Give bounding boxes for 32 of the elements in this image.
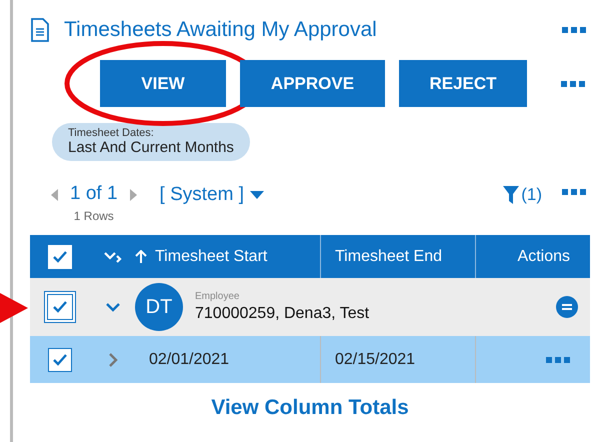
table-cell-text: 02/01/2021 [148, 350, 230, 370]
caret-icon [250, 191, 264, 199]
checkmark-icon [53, 250, 67, 262]
filter-button[interactable]: (1) [503, 183, 542, 207]
employee-caption: Employee [195, 291, 240, 302]
action-button[interactable]: VIEW [100, 60, 226, 107]
expand-all-icon[interactable] [104, 250, 122, 262]
chevron-right-icon[interactable] [106, 352, 118, 366]
action-button[interactable]: REJECT [399, 60, 527, 107]
checkmark-icon [53, 301, 67, 313]
action-button[interactable]: APPROVE [240, 60, 385, 107]
table-cell: 02/15/2021 [320, 336, 475, 383]
panel-title: Timesheets Awaiting My Approval [64, 18, 378, 42]
select-all-checkbox[interactable] [48, 244, 72, 268]
view-column-totals-link[interactable]: View Column Totals [205, 395, 415, 421]
timesheet-row[interactable]: 02/01/2021 02/15/2021 [30, 336, 590, 383]
avatar: DT [135, 283, 183, 331]
row-count: 1 Rows [74, 209, 114, 223]
chip-label: Timesheet Dates: [68, 127, 155, 139]
filter-chip[interactable]: Timesheet Dates: Last And Current Months [52, 123, 250, 161]
chip-value: Last And Current Months [68, 139, 234, 156]
group-checkbox[interactable] [44, 291, 76, 323]
chevron-down-icon[interactable] [106, 302, 120, 312]
checkmark-icon [53, 354, 67, 366]
employee-name: 710000259, Dena3, Test [195, 305, 370, 323]
collapse-icon[interactable] [556, 296, 578, 318]
filter-icon [503, 185, 520, 205]
row-checkbox[interactable] [48, 348, 72, 372]
view-selector[interactable]: [ System ] [160, 183, 264, 207]
page-indicator: 1 of 1 [70, 183, 118, 205]
document-icon [30, 18, 50, 42]
column-header[interactable]: Timesheet Start [135, 235, 320, 278]
